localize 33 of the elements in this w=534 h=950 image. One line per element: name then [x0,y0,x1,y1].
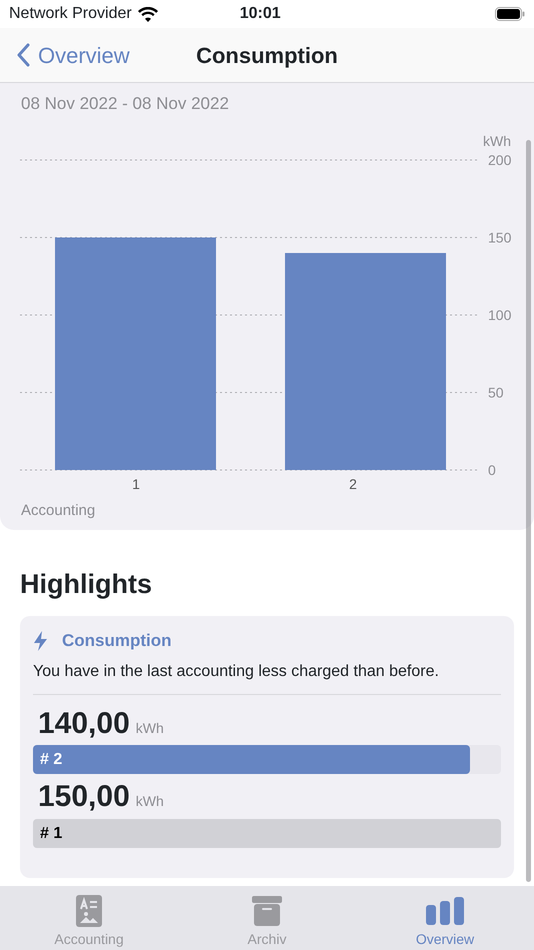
consumption-value: 150,00 [37,780,130,815]
bar-chart-icon [426,896,464,924]
consumption-value: 140,00 [37,706,130,742]
back-button[interactable]: Overview [0,38,136,72]
tab-item[interactable]: Accounting [0,886,178,950]
lightning-icon [33,631,48,652]
carrier-name: Network Provider [9,4,132,24]
battery-icon [495,7,525,21]
card-title: Consumption [62,630,172,652]
tick-label: 50 [488,384,504,400]
category-label: 2 [349,476,357,492]
date-range: 08 Nov 2022 - 08 Nov 2022 [20,93,230,115]
archive-box-icon [252,896,282,926]
screen-title: Consumption [196,42,338,68]
axis-unit: kWh [483,132,511,148]
clock-time: 10:01 [240,4,281,24]
unit-label: kWh [136,792,164,812]
chevron-left-icon [16,43,30,67]
tick-label: 100 [488,306,512,322]
wifi-icon [138,6,158,22]
bar-label: # 2 [40,751,62,768]
axis-label: Accounting [21,502,96,518]
category-label: 1 [132,476,140,492]
tab-item[interactable]: Overview [356,886,534,950]
tick-label: 0 [488,462,496,478]
tick-label: 150 [488,229,512,245]
unit-label: kWh [136,718,164,738]
tab-item[interactable]: Archiv [178,886,356,950]
highlight-text: You have in the last accounting less charged than before. [33,660,501,695]
document-icon [76,894,102,926]
section-title: Highlights [20,568,153,600]
bar-label: # 1 [40,824,62,842]
tick-label: 200 [488,152,512,168]
